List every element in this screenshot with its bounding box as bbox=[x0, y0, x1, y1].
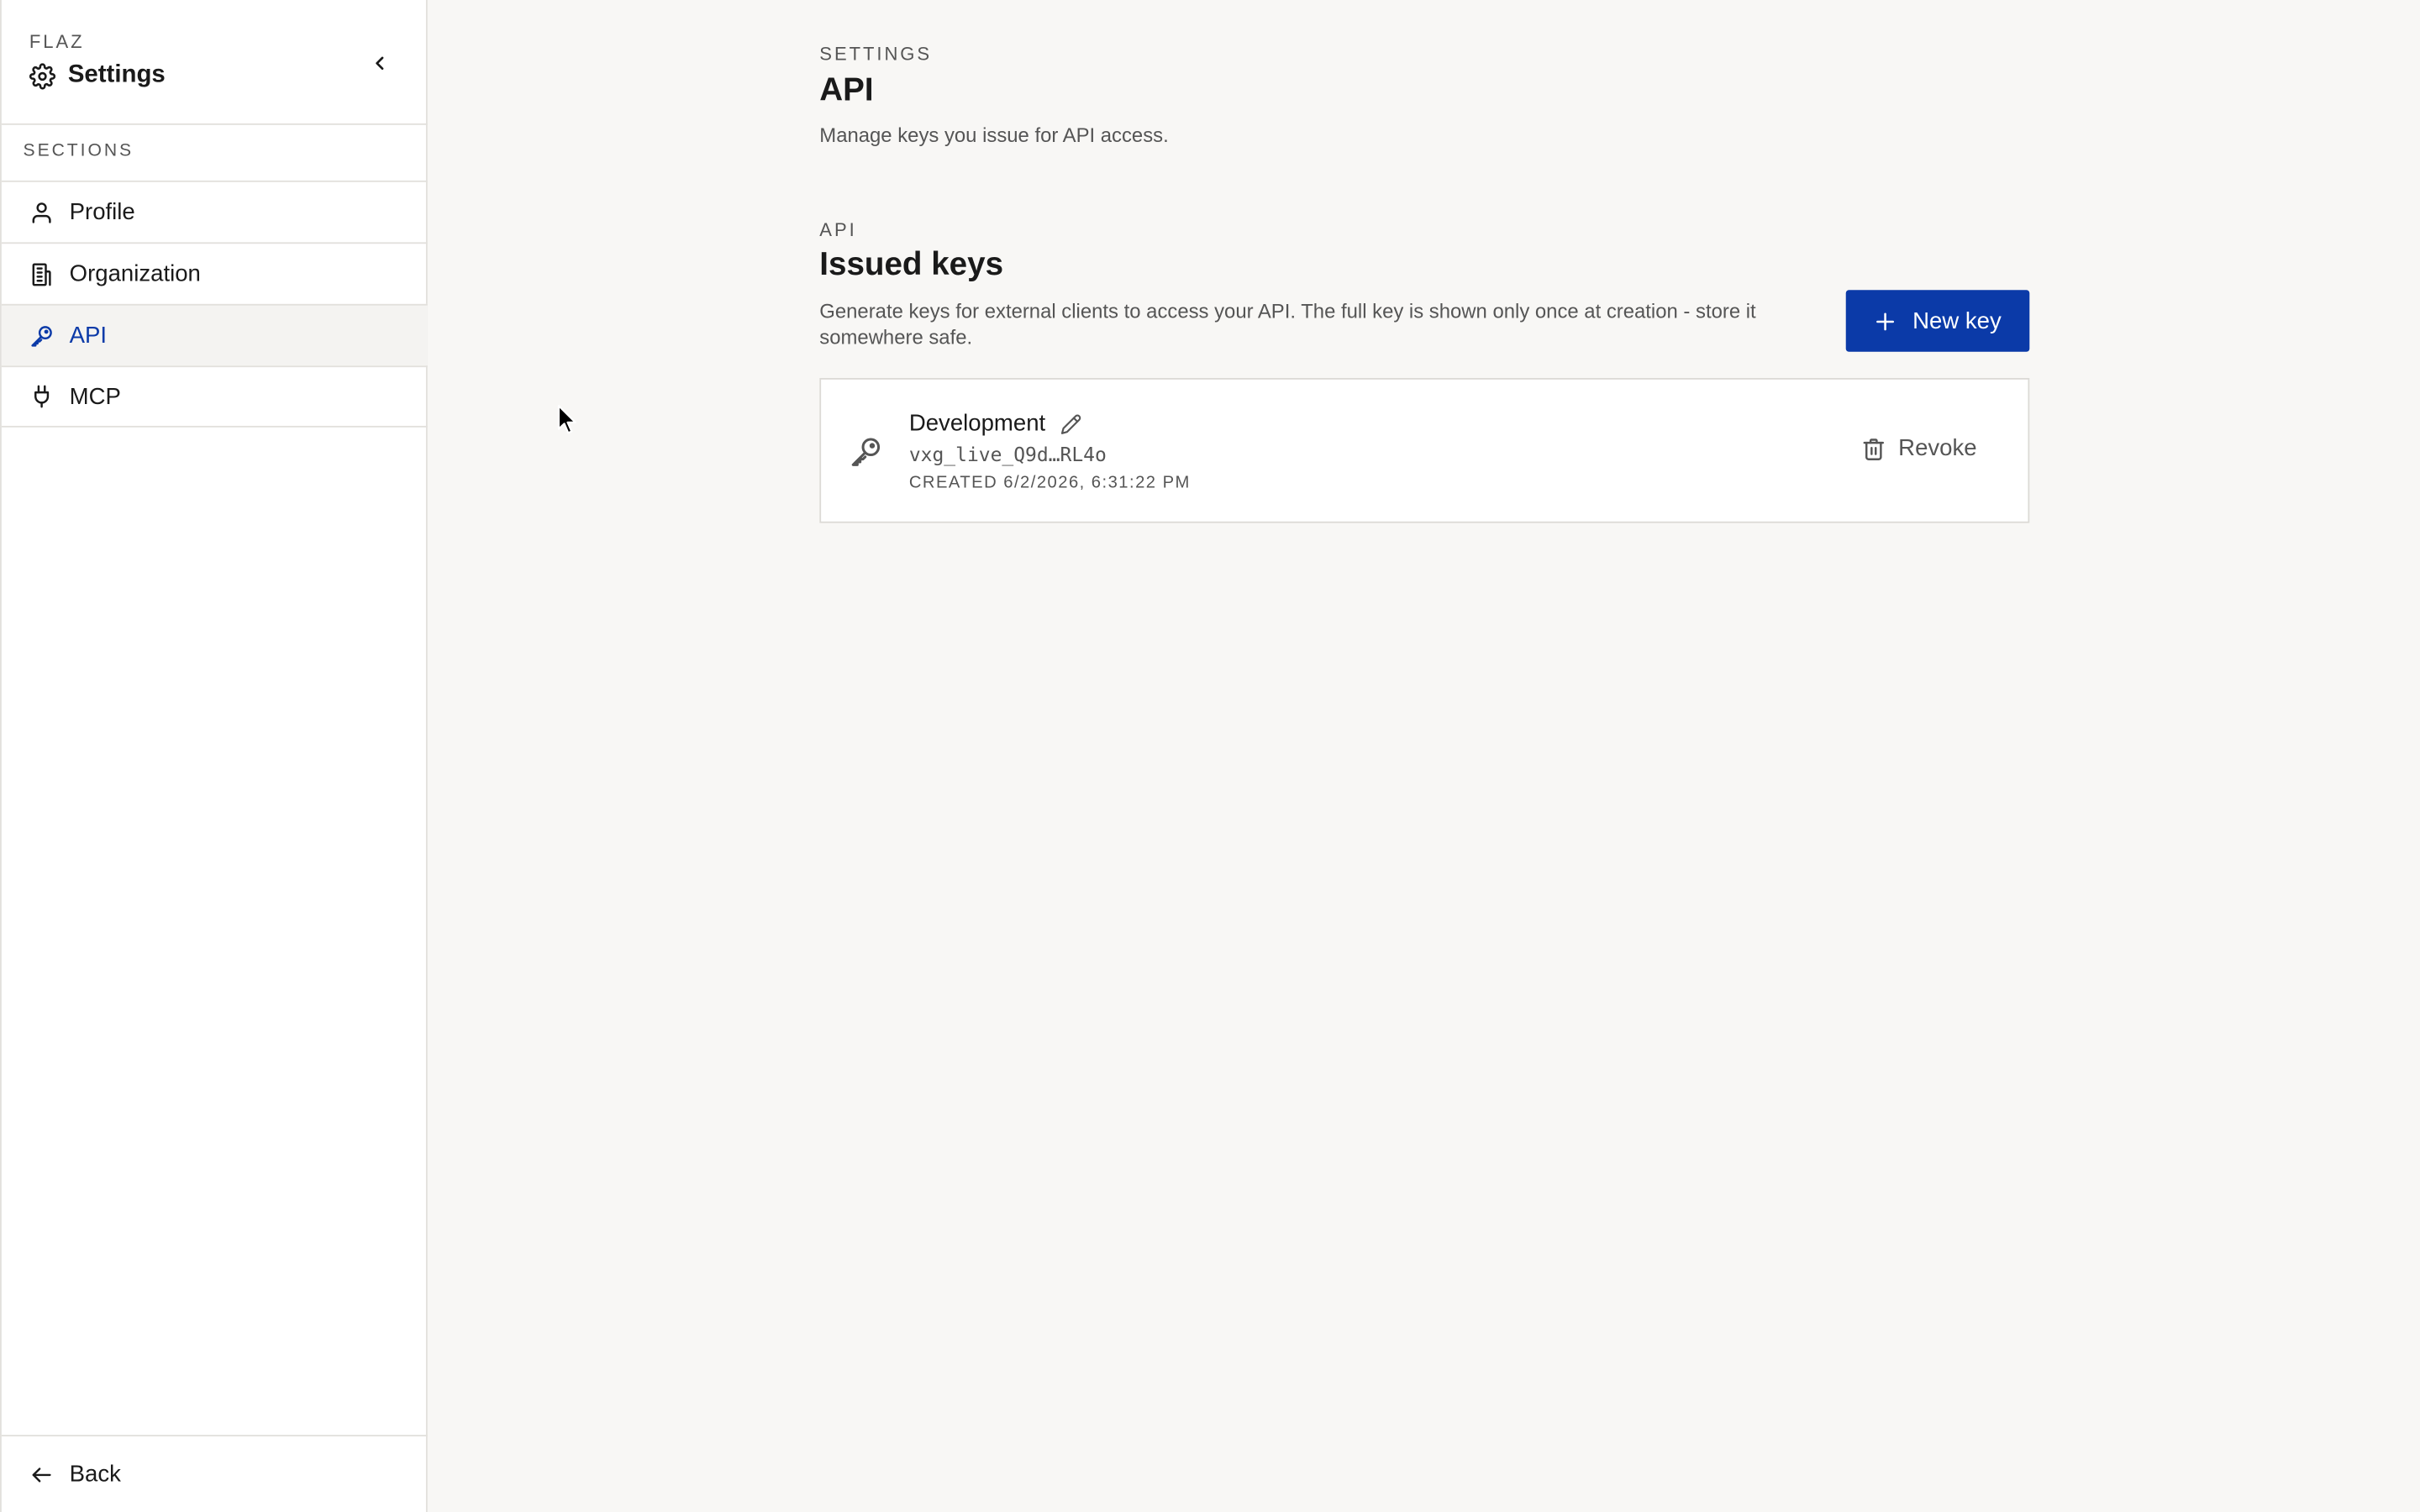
back-label: Back bbox=[69, 1461, 121, 1488]
sidebar: FLAZ Settings SECTIONS Profile Organizat… bbox=[0, 0, 428, 1512]
collapse-sidebar-button[interactable] bbox=[363, 46, 397, 80]
gear-icon bbox=[29, 62, 56, 89]
section-title: Issued keys bbox=[819, 246, 1004, 283]
back-button[interactable]: Back bbox=[1, 1435, 428, 1512]
sections-label: SECTIONS bbox=[23, 141, 134, 161]
sidebar-item-label: Organization bbox=[69, 260, 201, 287]
plus-icon bbox=[1874, 309, 1897, 333]
sidebar-nav: Profile Organization API MCP bbox=[1, 180, 428, 428]
sidebar-item-organization[interactable]: Organization bbox=[1, 242, 428, 303]
plug-icon bbox=[29, 384, 54, 408]
revoke-label: Revoke bbox=[1898, 434, 1977, 462]
new-key-button[interactable]: New key bbox=[1845, 290, 2030, 352]
key-icon bbox=[849, 435, 882, 469]
sidebar-item-label: MCP bbox=[69, 383, 121, 410]
key-created: CREATED 6/2/2026, 6:31:22 PM bbox=[908, 473, 1191, 492]
page-description: Manage keys you issue for API access. bbox=[819, 123, 1169, 147]
sidebar-item-mcp[interactable]: MCP bbox=[1, 365, 428, 428]
key-icon bbox=[29, 323, 54, 348]
key-card: Development vxg_live_Q9d…RL4o CREATED 6/… bbox=[819, 377, 2030, 523]
key-name-row: Development bbox=[909, 411, 1082, 437]
sidebar-item-label: API bbox=[69, 322, 108, 349]
new-key-label: New key bbox=[1912, 307, 2002, 334]
brand-label: FLAZ bbox=[29, 30, 85, 53]
arrow-left-icon bbox=[29, 1462, 54, 1486]
revoke-button[interactable]: Revoke bbox=[1861, 434, 1977, 462]
pencil-icon[interactable] bbox=[1061, 412, 1083, 434]
section-description: Generate keys for external clients to ac… bbox=[819, 299, 1756, 349]
key-value: vxg_live_Q9d…RL4o bbox=[908, 443, 1107, 466]
page-title: API bbox=[819, 72, 874, 108]
section-eyebrow: API bbox=[819, 218, 857, 241]
key-name: Development bbox=[908, 410, 1046, 437]
sidebar-header: FLAZ Settings bbox=[1, 0, 428, 125]
user-icon bbox=[29, 200, 54, 224]
trash-icon bbox=[1861, 436, 1886, 460]
page-eyebrow: SETTINGS bbox=[819, 43, 933, 66]
sidebar-title: Settings bbox=[67, 61, 166, 88]
building-icon bbox=[29, 261, 54, 286]
app-root: FLAZ Settings SECTIONS Profile Organizat… bbox=[0, 0, 2420, 1512]
sidebar-item-profile[interactable]: Profile bbox=[1, 180, 428, 242]
sidebar-item-label: Profile bbox=[69, 198, 135, 226]
sidebar-item-api[interactable]: API bbox=[1, 303, 428, 366]
sidebar-title-row: Settings bbox=[29, 61, 166, 89]
mouse-cursor-icon bbox=[557, 404, 579, 435]
chevron-left-icon bbox=[369, 52, 391, 74]
